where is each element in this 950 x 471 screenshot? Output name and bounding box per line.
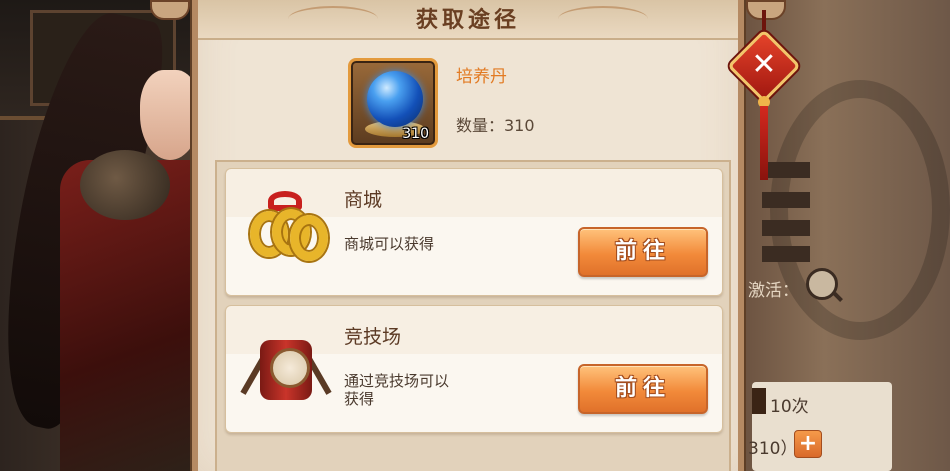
drum-face: [270, 348, 310, 388]
item-count-badge: 310: [402, 126, 429, 142]
source-description: 商城可以获得: [344, 235, 435, 253]
source-title: 竞技场: [344, 326, 402, 348]
background-bar: [762, 192, 810, 208]
activate-label: 激活：: [748, 281, 799, 301]
face: [140, 70, 200, 160]
zoom-icon[interactable]: [806, 268, 838, 300]
source-description: 通过竞技场可以获得: [344, 372, 450, 408]
source-title: 商城: [344, 189, 383, 211]
heroine-character-art: [0, 0, 210, 471]
item-summary: 310 培养丹 数量：310: [348, 58, 668, 152]
item-name: 培养丹: [456, 67, 507, 87]
dialog-title: 获取途径: [415, 7, 520, 33]
background-ring: [770, 80, 950, 340]
background-strip: [752, 388, 766, 414]
background-bar: [762, 246, 810, 262]
red-tie: [268, 191, 302, 211]
go-button-arena[interactable]: 前往: [578, 364, 708, 414]
times-label: 10次: [770, 397, 809, 417]
golden-rings-icon: [244, 189, 328, 273]
shoulder-guard: [80, 150, 170, 220]
dialog-header: 获取途径: [198, 0, 738, 40]
tassel: [760, 106, 768, 180]
plus-button[interactable]: +: [794, 430, 822, 458]
header-ornament: [288, 6, 378, 32]
orb: [367, 71, 423, 127]
close-icon[interactable]: ✕: [738, 40, 790, 92]
gold-ring: [290, 215, 328, 261]
dialog-corner-ornament: [746, 0, 786, 20]
background-bar: [762, 162, 810, 178]
background-bar: [762, 220, 810, 236]
item-quantity: 数量：310: [456, 116, 535, 135]
source-list[interactable]: 商城 商城可以获得 前往 竞技场 通过竞技场可以获得 前往: [215, 160, 731, 471]
header-ornament: [558, 6, 648, 32]
count-fragment: 310）: [748, 439, 798, 459]
drum-icon: [240, 326, 332, 410]
go-button-mall[interactable]: 前往: [578, 227, 708, 277]
source-card-mall: 商城 商城可以获得 前往: [225, 168, 723, 296]
source-card-arena: 竞技场 通过竞技场可以获得 前往: [225, 305, 723, 433]
acquire-source-dialog: 获取途径 310 培养丹 数量：310 商城 商城可以获得 前往 竞技场 通过竞…: [192, 0, 744, 471]
blue-orb-icon: 310: [348, 58, 438, 148]
dialog-corner-ornament: [150, 0, 190, 20]
